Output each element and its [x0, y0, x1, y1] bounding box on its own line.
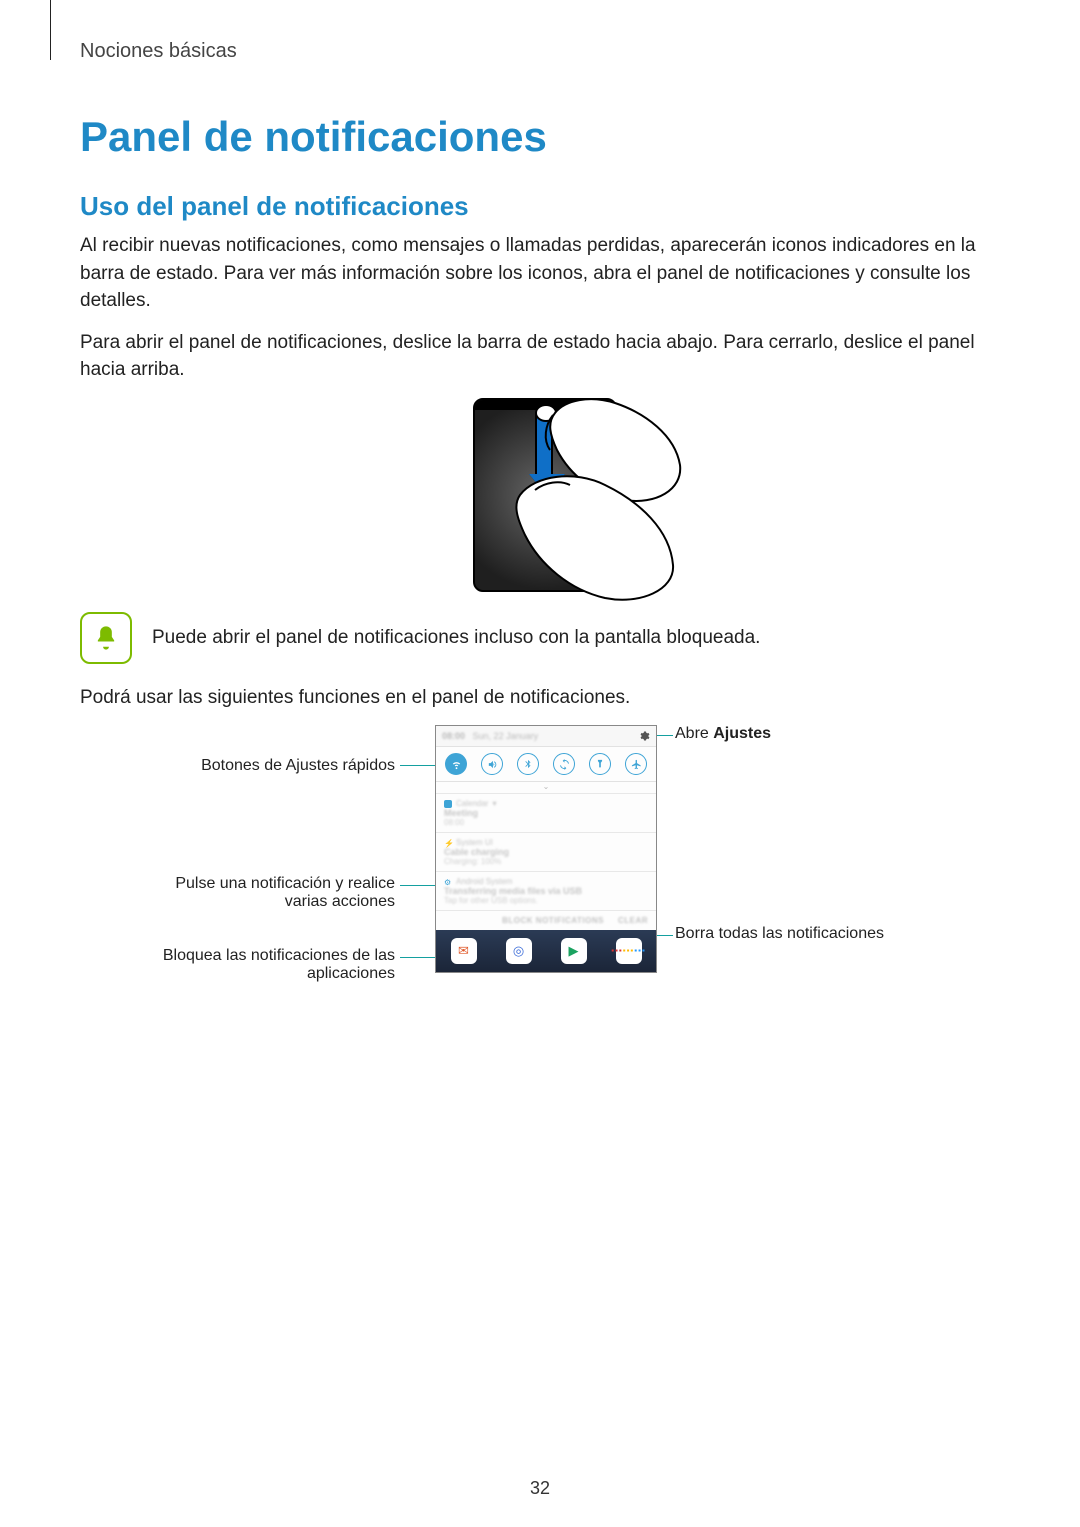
- callout-text-bold: Ajustes: [713, 725, 771, 742]
- callout-text: Botones de Ajustes rápidos: [201, 757, 395, 774]
- margin-rule: [50, 0, 51, 60]
- notif-app: System UI: [456, 838, 493, 847]
- expand-handle-icon: ⌄: [436, 782, 656, 793]
- panel-date: Sun, 22 January: [473, 731, 539, 741]
- callout-text: Abre: [675, 725, 713, 742]
- body-paragraph: Podrá usar las siguientes funciones en e…: [80, 684, 1010, 712]
- notification-panel-mock: 08:00 Sun, 22 January: [435, 725, 657, 973]
- camera-app-icon: ◎: [506, 938, 532, 964]
- callout-open-settings: Abre Ajustes: [675, 725, 935, 743]
- note-callout: Puede abrir el panel de notificaciones i…: [80, 612, 1010, 664]
- callout-clear-all: Borra todas las notificaciones: [675, 925, 935, 943]
- figure-annotated-panel: Botones de Ajustes rápidos Pulse una not…: [135, 725, 955, 1035]
- airplane-icon: [625, 753, 647, 775]
- callout-text: Borra todas las notificaciones: [675, 925, 884, 942]
- body-paragraph: Al recibir nuevas notificaciones, como m…: [80, 232, 1010, 315]
- quick-settings-row: [436, 746, 656, 782]
- bell-icon: [80, 612, 132, 664]
- body-paragraph: Para abrir el panel de notificaciones, d…: [80, 329, 1010, 384]
- figure-swipe-gesture: 10:00: [425, 398, 665, 592]
- block-notifications-button: BLOCK NOTIFICATIONS: [502, 916, 604, 925]
- rotation-icon: [553, 753, 575, 775]
- device-illustration: 10:00: [473, 398, 617, 592]
- apps-grid-icon: ▪▪▪▪▪▪▪▪▪: [616, 938, 642, 964]
- callout-text: aplicaciones: [307, 965, 395, 982]
- play-app-icon: ▶: [561, 938, 587, 964]
- document-page: Nociones básicas Panel de notificaciones…: [0, 0, 1080, 1527]
- notif-app: Android System: [456, 877, 512, 886]
- page-title: Panel de notificaciones: [80, 113, 1010, 161]
- callout-block-notifications: Bloquea las notificaciones de las aplica…: [135, 947, 395, 983]
- callout-text: varias acciones: [285, 893, 395, 910]
- callout-text: Pulse una notificación y realice: [175, 875, 395, 892]
- notif-sub: Tap for other USB options.: [444, 896, 648, 905]
- notif-sub: Charging: 100%: [444, 857, 648, 866]
- flashlight-icon: [589, 753, 611, 775]
- notif-app: Calendar: [456, 799, 488, 808]
- notification-item: ⚙Android System Transferring media files…: [436, 871, 656, 910]
- panel-time: 08:00: [442, 731, 465, 741]
- callout-text: Bloquea las notificaciones de las: [163, 947, 395, 964]
- phone-app-icon: ✉: [451, 938, 477, 964]
- notif-title: Cable charging: [444, 847, 648, 857]
- note-text: Puede abrir el panel de notificaciones i…: [152, 624, 760, 652]
- callout-tap-notification: Pulse una notificación y realice varias …: [135, 875, 395, 911]
- clear-button: CLEAR: [618, 916, 648, 925]
- page-number: 32: [0, 1478, 1080, 1499]
- callout-quick-settings: Botones de Ajustes rápidos: [135, 757, 395, 775]
- notification-item: Calendar ▾ Meeting 08:00: [436, 793, 656, 832]
- panel-actions: BLOCK NOTIFICATIONS CLEAR: [436, 910, 656, 930]
- section-heading: Uso del panel de notificaciones: [80, 191, 1010, 222]
- notif-title: Transferring media files via USB: [444, 886, 648, 896]
- wifi-icon: [445, 753, 467, 775]
- notif-title: Meeting: [444, 808, 648, 818]
- notification-item: ⚡System UI Cable charging Charging: 100%: [436, 832, 656, 871]
- panel-header: 08:00 Sun, 22 January: [436, 726, 656, 746]
- sound-icon: [481, 753, 503, 775]
- dock-row: ✉ ◎ ▶ ▪▪▪▪▪▪▪▪▪: [436, 930, 656, 972]
- notif-sub: 08:00: [444, 818, 648, 827]
- gear-icon: [638, 730, 650, 742]
- bluetooth-icon: [517, 753, 539, 775]
- breadcrumb: Nociones básicas: [80, 40, 1010, 63]
- hand-illustration: [505, 470, 675, 610]
